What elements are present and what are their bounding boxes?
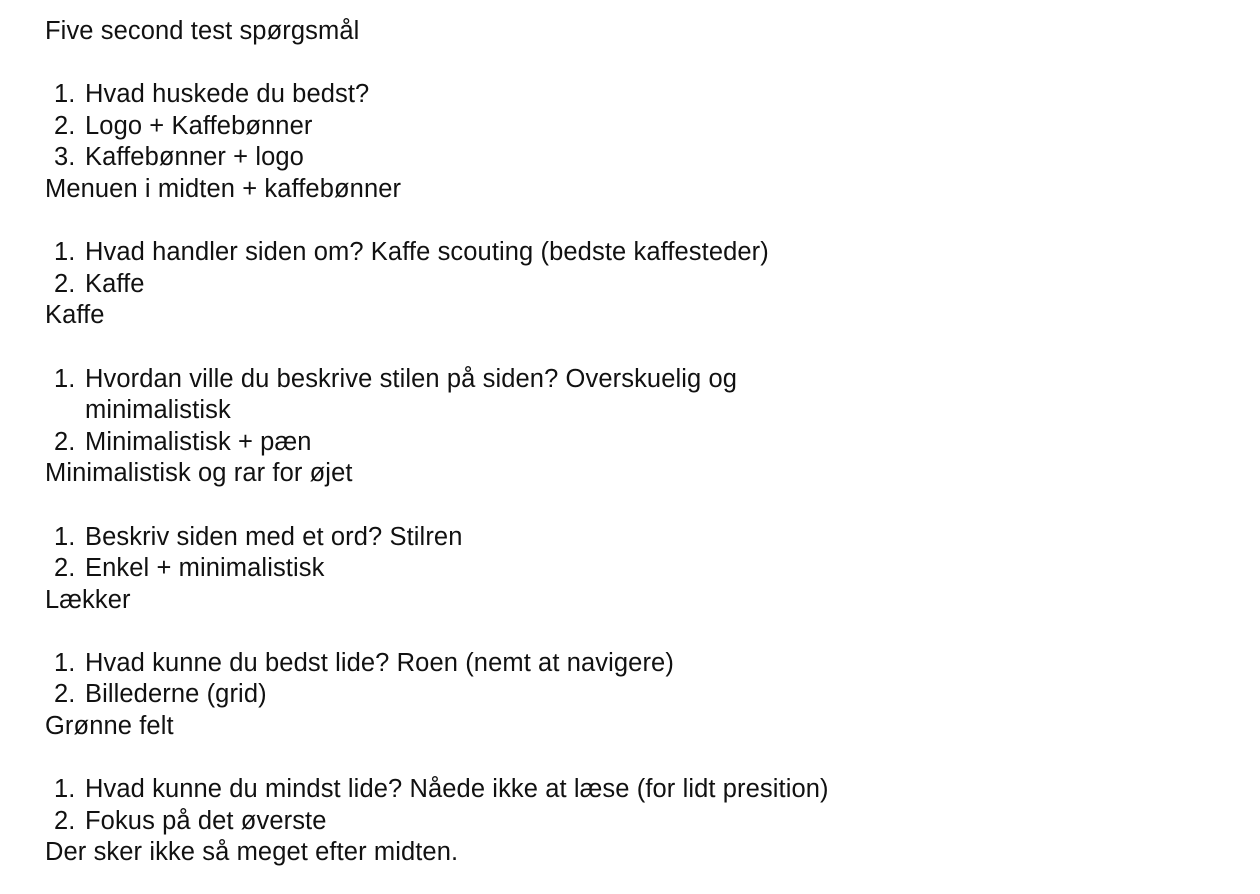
section-answer: Menuen i midten + kaffebønner: [45, 174, 402, 203]
answer-text: Minimalistisk + pæn: [85, 427, 312, 456]
question-text: Hvad kunne du bedst lide? Roen (nemt at …: [85, 648, 674, 677]
list-number: 1.: [54, 775, 76, 804]
list-item: 2. Kaffe: [45, 269, 1215, 301]
document-title: Five second test spørgsmål: [45, 17, 360, 45]
section-answer: Grønne felt: [45, 712, 174, 741]
list-item: 2. Enkel + minimalistisk: [45, 553, 1215, 585]
section-answer: Der sker ikke så meget efter midten.: [45, 838, 459, 867]
list-item: 1. Hvordan ville du beskrive stilen på s…: [45, 364, 1215, 427]
list-number: 1.: [54, 522, 76, 551]
list-item: 3. Kaffebønner + logo: [45, 142, 1215, 174]
section-answer: Lækker: [45, 585, 131, 614]
list-number: 2.: [54, 111, 76, 140]
answer-text: Enkel + minimalistisk: [85, 554, 325, 583]
question-text: Hvad huskede du bedst?: [85, 80, 370, 109]
list-item: 1. Beskriv siden med et ord? Stilren: [45, 522, 1215, 554]
answer-text: Kaffe: [85, 269, 145, 298]
list-item: 2. Billederne (grid): [45, 679, 1215, 711]
question-text: Hvad kunne du mindst lide? Nåede ikke at…: [85, 775, 829, 804]
list-number: 1.: [54, 648, 76, 677]
list-number: 2.: [54, 427, 76, 456]
list-number: 1.: [54, 364, 76, 393]
section-answer: Minimalistisk og rar for øjet: [45, 459, 353, 488]
section-answer: Kaffe: [45, 301, 105, 330]
list-item: 1. Hvad kunne du bedst lide? Roen (nemt …: [45, 648, 1215, 680]
list-number: 2.: [54, 269, 76, 298]
list-item: 2. Fokus på det øverste: [45, 806, 1215, 838]
list-item: 2. Minimalistisk + pæn: [45, 427, 1215, 459]
list-number: 1.: [54, 80, 76, 109]
list-item: 1. Hvad huskede du bedst?: [45, 79, 1215, 111]
list-number: 2.: [54, 554, 76, 583]
list-item: 2. Logo + Kaffebønner: [45, 111, 1215, 143]
answer-text: Logo + Kaffebønner: [85, 111, 313, 140]
list-number: 2.: [54, 680, 76, 709]
list-item: 1. Hvad kunne du mindst lide? Nåede ikke…: [45, 774, 1215, 806]
document-body: Five second test spørgsmål 1. Hvad huske…: [45, 16, 1215, 869]
question-text: Hvordan ville du beskrive stilen på side…: [85, 364, 738, 425]
answer-text: Billederne (grid): [85, 680, 267, 709]
answer-text: Kaffebønner + logo: [85, 143, 304, 172]
question-text: Hvad handler siden om? Kaffe scouting (b…: [85, 238, 769, 267]
answer-text: Fokus på det øverste: [85, 806, 327, 835]
list-item: 1. Hvad handler siden om? Kaffe scouting…: [45, 237, 1215, 269]
question-text: Beskriv siden med et ord? Stilren: [85, 522, 463, 551]
list-number: 1.: [54, 238, 76, 267]
list-number: 2.: [54, 806, 76, 835]
list-number: 3.: [54, 143, 76, 172]
